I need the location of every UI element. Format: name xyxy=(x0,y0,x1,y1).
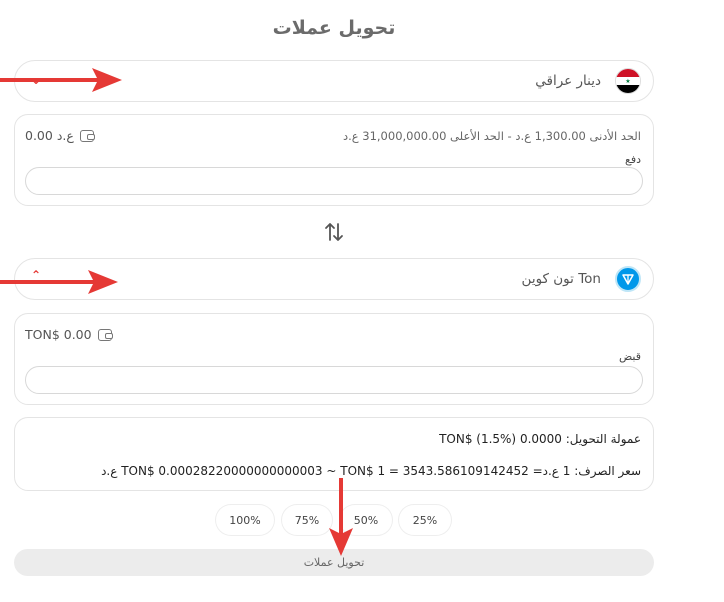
wallet-icon xyxy=(97,328,113,341)
from-currency-label: دينار عراقي xyxy=(535,73,601,89)
to-balance-value: TON$ 0.00 xyxy=(25,327,92,342)
receive-amount-input[interactable] xyxy=(25,366,643,394)
receive-card: TON$ 0.00 قبض xyxy=(14,313,654,405)
receive-label: قبض xyxy=(618,350,641,363)
exchange-rate-text: سعر الصرف: 1 ع.د= TON$ 0.000282200000000… xyxy=(101,464,641,478)
limits-text: الحد الأدنى 1,300.00 ع.د - الحد الأعلى 3… xyxy=(342,129,641,143)
percent-25-button[interactable]: 25% xyxy=(399,505,451,535)
percent-100-button[interactable]: 100% xyxy=(216,505,274,535)
pay-card: الحد الأدنى 1,300.00 ع.د - الحد الأعلى 3… xyxy=(14,114,654,206)
ton-coin-icon xyxy=(615,266,641,292)
fee-text: عمولة التحويل: 0.0000 TON$ (1.5%) xyxy=(439,432,641,446)
to-balance: TON$ 0.00 xyxy=(25,327,113,342)
pay-label: دفع xyxy=(624,153,641,166)
iraq-flag-icon: ★ xyxy=(615,68,641,94)
annotation-arrow xyxy=(324,478,358,558)
from-balance: 0.00 ع.د xyxy=(25,128,95,143)
annotation-arrow xyxy=(0,64,126,96)
to-currency-label: Ton تون كوين xyxy=(521,271,601,287)
annotation-arrow xyxy=(0,266,122,298)
from-balance-value: 0.00 ع.د xyxy=(25,128,74,143)
page-title: تحويل عملات xyxy=(272,17,396,39)
wallet-icon xyxy=(79,129,95,142)
swap-vertical-icon[interactable] xyxy=(322,220,346,244)
pay-amount-input[interactable] xyxy=(25,167,643,195)
